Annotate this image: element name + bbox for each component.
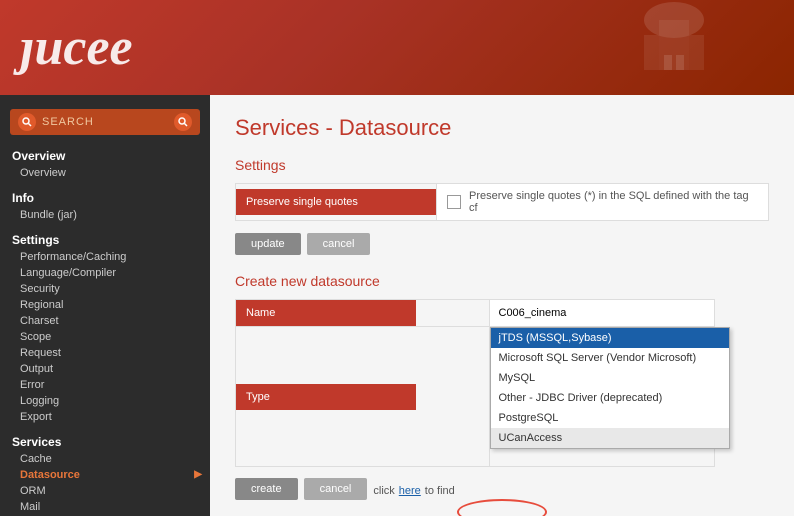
sidebar-item-bundle[interactable]: Bundle (jar) [0, 207, 210, 223]
logo: ȷucee [20, 18, 133, 77]
preserve-quotes-label: Preserve single quotes [236, 189, 436, 215]
sidebar-item-mail[interactable]: Mail [0, 499, 210, 515]
sidebar-item-orm[interactable]: ORM [0, 483, 210, 499]
settings-buttons: update cancel [235, 233, 769, 255]
dropdown-option-ucanaccess[interactable]: UCanAccess [491, 428, 729, 448]
sidebar-item-security[interactable]: Security [0, 281, 210, 297]
create-table: Name Type jTDS (MSS [235, 299, 715, 467]
dropdown-option-postgresql[interactable]: PostgreSQL [491, 408, 729, 428]
dropdown-option-mssql[interactable]: Microsoft SQL Server (Vendor Microsoft) [491, 348, 729, 368]
sidebar-section-settings: Settings [0, 229, 210, 249]
logo-j: ȷucee [20, 19, 133, 76]
sidebar-section-services: Services [0, 431, 210, 451]
dropdown-option-other-jdbc[interactable]: Other - JDBC Driver (deprecated) [491, 388, 729, 408]
create-button[interactable]: create [235, 478, 298, 500]
sidebar-item-logging[interactable]: Logging [0, 393, 210, 409]
header: ȷucee [0, 0, 794, 95]
name-input[interactable] [496, 304, 709, 322]
preserve-quotes-row: Preserve single quotes Preserve single q… [236, 184, 769, 221]
hint-link[interactable]: here [399, 485, 421, 497]
sidebar-section-info: Info [0, 187, 210, 207]
sidebar-item-language[interactable]: Language/Compiler [0, 265, 210, 281]
content-area: Services - Datasource Settings Preserve … [210, 95, 794, 516]
name-row: Name [236, 300, 715, 327]
search-icon-right[interactable] [174, 113, 192, 131]
sidebar-item-error[interactable]: Error [0, 377, 210, 393]
sidebar: SEARCH Overview Overview Info Bundle (ja… [0, 95, 210, 516]
type-dropdown-menu[interactable]: jTDS (MSSQL,Sybase) Microsoft SQL Server… [490, 327, 730, 449]
sidebar-item-output[interactable]: Output [0, 361, 210, 377]
sidebar-item-datasource[interactable]: Datasource [0, 467, 210, 483]
search-icon-left [18, 113, 36, 131]
hint-suffix: to find [425, 485, 455, 497]
name-value-cell[interactable] [490, 300, 715, 326]
hint-row: click here to find [373, 482, 454, 500]
create-buttons: create cancel click here to find [235, 478, 769, 500]
create-datasource-area: Name Type jTDS (MSS [235, 299, 715, 467]
page-title: Services - Datasource [235, 115, 769, 141]
hint-text: click [373, 485, 394, 497]
sidebar-item-performance[interactable]: Performance/Caching [0, 249, 210, 265]
preserve-quotes-hint: Preserve single quotes (*) in the SQL de… [469, 190, 758, 214]
type-label: Type [236, 384, 416, 410]
update-button[interactable]: update [235, 233, 301, 255]
dropdown-option-mysql[interactable]: MySQL [491, 368, 729, 388]
sidebar-item-charset[interactable]: Charset [0, 313, 210, 329]
preserve-quotes-checkbox[interactable] [447, 195, 461, 209]
preserve-quotes-value: Preserve single quotes (*) in the SQL de… [437, 184, 768, 220]
create-cancel-button[interactable]: cancel [304, 478, 368, 500]
sidebar-item-request[interactable]: Request [0, 345, 210, 361]
create-section-title: Create new datasource [235, 273, 769, 289]
sidebar-item-scope[interactable]: Scope [0, 329, 210, 345]
type-row: Type jTDS (MSSQL,Sybase) Microsoft SQL S… [236, 327, 715, 467]
sidebar-item-regional[interactable]: Regional [0, 297, 210, 313]
settings-section-title: Settings [235, 157, 769, 173]
settings-cancel-button[interactable]: cancel [307, 233, 371, 255]
main-layout: SEARCH Overview Overview Info Bundle (ja… [0, 95, 794, 516]
ucanaccess-circle-annotation [457, 499, 547, 516]
settings-table: Preserve single quotes Preserve single q… [235, 183, 769, 221]
name-label: Name [236, 300, 416, 326]
search-bar[interactable]: SEARCH [10, 109, 200, 135]
header-building-decoration [614, 0, 734, 95]
sidebar-item-cache[interactable]: Cache [0, 451, 210, 467]
sidebar-section-overview: Overview [0, 145, 210, 165]
sidebar-item-export[interactable]: Export [0, 409, 210, 425]
search-input[interactable]: SEARCH [42, 116, 174, 128]
dropdown-option-jtds[interactable]: jTDS (MSSQL,Sybase) [491, 328, 729, 348]
sidebar-item-overview[interactable]: Overview [0, 165, 210, 181]
